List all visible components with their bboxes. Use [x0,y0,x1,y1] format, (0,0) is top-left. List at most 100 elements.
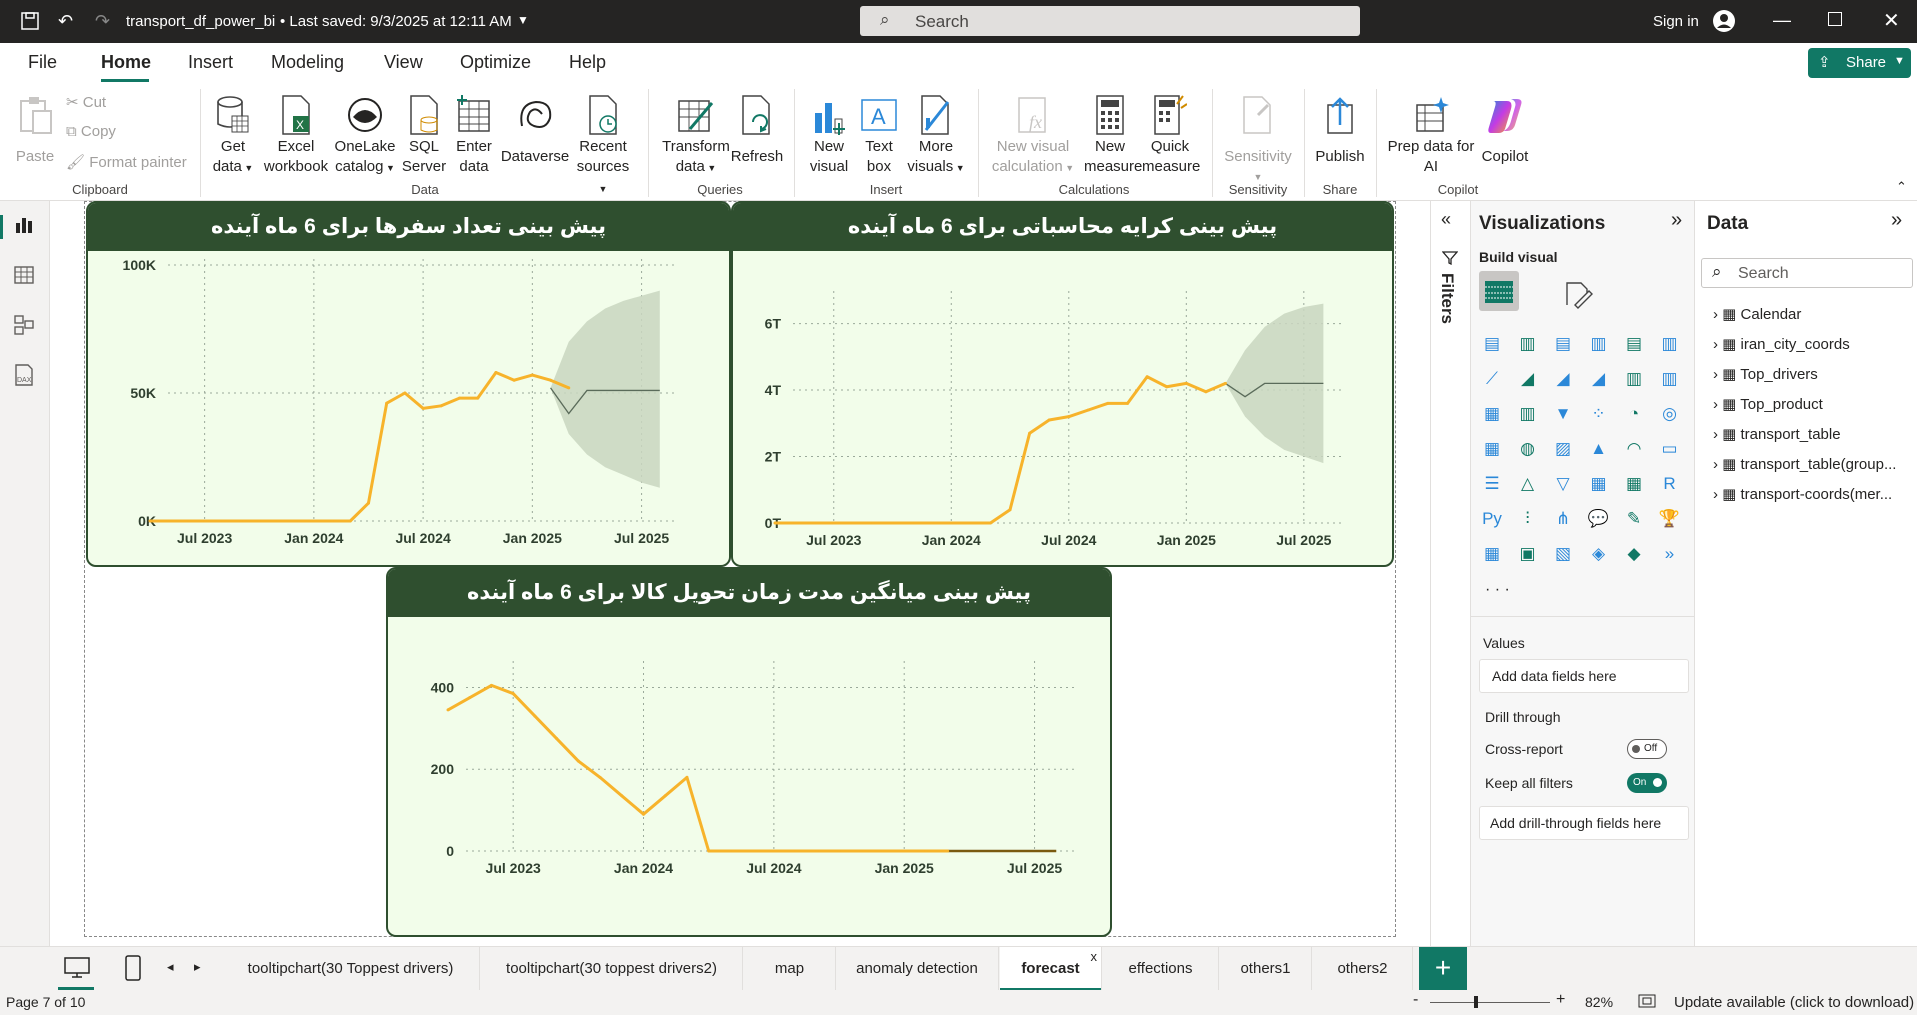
redo-icon[interactable]: ↷ [95,11,110,32]
page-tab[interactable]: map [744,947,836,991]
area-chart-icon[interactable]: ◢ [1515,366,1541,392]
zoom-in-icon[interactable]: + [1556,991,1565,1009]
search-box[interactable]: ⌕ Search [860,6,1360,36]
tab-modeling[interactable]: Modeling [271,52,344,73]
format-painter-button[interactable]: 🖌 Format painter [66,153,187,171]
format-visual-icon[interactable] [1563,279,1593,312]
drill-through-drop-field[interactable]: Add drill-through fields here [1479,806,1689,840]
arcgis-map-icon[interactable]: ◈ [1586,541,1612,567]
page-tab[interactable]: others1 [1220,947,1312,991]
qa-icon[interactable]: 💬 [1586,506,1612,532]
excel-workbook-button[interactable]: X Excel workbook [260,93,332,177]
tab-insert[interactable]: Insert [188,52,233,73]
table-view-icon[interactable] [14,265,34,288]
key-influencers-icon[interactable]: ⫶ [1515,506,1541,532]
gauge-icon[interactable]: ◠ [1621,436,1647,462]
paste-button[interactable]: Paste [12,93,58,167]
quick-measure-button[interactable]: Quick measure [1142,93,1200,177]
stacked-bar-chart-icon[interactable]: ▤ [1479,331,1505,357]
next-page-icon[interactable]: ▸ [194,959,201,975]
line-clustered-column-chart-icon[interactable]: ▥ [1657,366,1683,392]
tab-view[interactable]: View [384,52,423,73]
maximize-icon[interactable] [1828,12,1842,26]
new-visual-button[interactable]: New visual [806,93,852,177]
chevron-right-icon[interactable]: › [1713,426,1722,443]
delivery-forecast-card[interactable]: پیش بینی میانگین مدت زمان تحویل کالا برا… [386,567,1112,937]
transform-data-button[interactable]: Transform data ▼ [660,93,732,178]
r-script-icon[interactable]: R [1657,471,1683,497]
page-tab[interactable]: effections [1103,947,1219,991]
data-table-item[interactable]: › ▦ iran_city_coords [1713,335,1850,353]
table-icon[interactable]: ▦ [1586,471,1612,497]
kpi-icon[interactable]: △ [1515,471,1541,497]
100-stacked-column-chart-icon[interactable]: ▥ [1657,331,1683,357]
close-tab-icon[interactable]: x [1091,935,1098,979]
onelake-catalog-button[interactable]: OneLake catalog ▼ [334,93,396,178]
trips-forecast-card[interactable]: پیش بینی تعداد سفرها برای 6 ماه آینده 0K… [86,201,731,567]
zoom-slider-thumb[interactable] [1474,996,1478,1008]
collapse-ribbon-icon[interactable]: ⌃ [1896,179,1907,195]
multi-row-card-icon[interactable]: ☰ [1479,471,1505,497]
page-tab[interactable]: anomaly detection [836,947,999,991]
chevron-right-icon[interactable]: › [1713,396,1722,413]
fit-to-page-icon[interactable] [1638,994,1656,1011]
new-measure-button[interactable]: New measure [1084,93,1142,177]
save-icon[interactable] [20,11,40,34]
sensitivity-button[interactable]: Sensitivity ▼ [1220,93,1296,187]
data-table-item[interactable]: › ▦ transport-coords(mer... [1713,485,1892,503]
build-visual-tab[interactable] [1479,271,1519,311]
copilot-button[interactable]: Copilot [1478,93,1532,167]
waterfall-chart-icon[interactable]: ▥ [1515,401,1541,427]
text-box-button[interactable]: A Text box [856,93,902,177]
fare-forecast-card[interactable]: پیش بینی کرایه محاسباتی برای 6 ماه آینده… [731,201,1394,567]
tab-optimize[interactable]: Optimize [460,52,531,73]
page-tab[interactable]: tooltipchart(30 Toppest drivers) [222,947,480,991]
fare-forecast-chart[interactable]: 0T2T4T6TJul 2023 Jan 2024 Jul 2024 Jan 2025… [733,251,1394,567]
smart-narrative-icon[interactable]: ✎ [1621,506,1647,532]
copy-button[interactable]: ⧉ Copy [66,123,116,140]
zoom-out-icon[interactable]: - [1413,991,1418,1009]
model-view-icon[interactable] [14,315,34,338]
add-page-button[interactable]: + [1419,947,1467,991]
data-table-item[interactable]: › ▦ transport_table(group... [1713,455,1896,473]
close-icon[interactable]: ✕ [1883,8,1900,33]
slicer-icon[interactable]: ▽ [1550,471,1576,497]
collapse-data-icon[interactable]: » [1891,209,1902,232]
clustered-column-chart-icon[interactable]: ▥ [1586,331,1612,357]
collapse-visualizations-icon[interactable]: » [1671,209,1682,232]
card-icon[interactable]: ▭ [1657,436,1683,462]
chevron-right-icon[interactable]: › [1713,336,1722,353]
pie-chart-icon[interactable]: ◔ [1621,401,1647,427]
paginated-report-icon[interactable]: ▦ [1479,541,1505,567]
page-tab[interactable]: others2 [1313,947,1413,991]
data-table-item[interactable]: › ▦ Top_drivers [1713,365,1818,383]
publish-button[interactable]: Publish [1312,93,1368,167]
matrix-icon[interactable]: ▦ [1621,471,1647,497]
diamond-visual-icon[interactable]: ◆ [1621,541,1647,567]
power-automate-icon[interactable]: ▧ [1550,541,1576,567]
trips-forecast-chart[interactable]: 0K50K100KJul 2023 Jan 2024 Jul 2024 Jan 202… [88,251,731,567]
donut-chart-icon[interactable]: ◎ [1657,401,1683,427]
data-search-input[interactable]: ⌕ Search [1701,258,1913,288]
expand-filters-icon[interactable]: « [1441,209,1451,230]
page-tab[interactable]: forecast x [1000,947,1102,991]
new-visual-calculation-button[interactable]: fx New visual calculation ▼ [990,93,1076,178]
line-stacked-column-chart-icon[interactable]: ▥ [1621,366,1647,392]
map-icon[interactable]: ◍ [1515,436,1541,462]
more-visuals-ellipsis[interactable]: · · · [1485,581,1510,599]
more-visuals-button[interactable]: More visuals ▼ [906,93,966,178]
get-data-button[interactable]: Get data ▼ [208,93,258,178]
sql-server-button[interactable]: SQL Server [400,93,448,177]
clustered-bar-chart-icon[interactable]: ▤ [1550,331,1576,357]
chevron-right-icon[interactable]: › [1713,306,1722,323]
chevron-right-icon[interactable]: › [1713,486,1722,503]
power-apps-icon[interactable]: ▣ [1515,541,1541,567]
zoom-slider[interactable] [1430,1002,1550,1003]
chevron-visual-icon[interactable]: » [1657,541,1683,567]
decomposition-tree-icon[interactable]: ⋔ [1550,506,1576,532]
stacked-column-chart-icon[interactable]: ▥ [1515,331,1541,357]
tab-home[interactable]: Home [101,52,151,73]
avatar-icon[interactable] [1712,9,1736,36]
undo-icon[interactable]: ↶ [58,11,73,32]
filled-map-icon[interactable]: ▨ [1550,436,1576,462]
